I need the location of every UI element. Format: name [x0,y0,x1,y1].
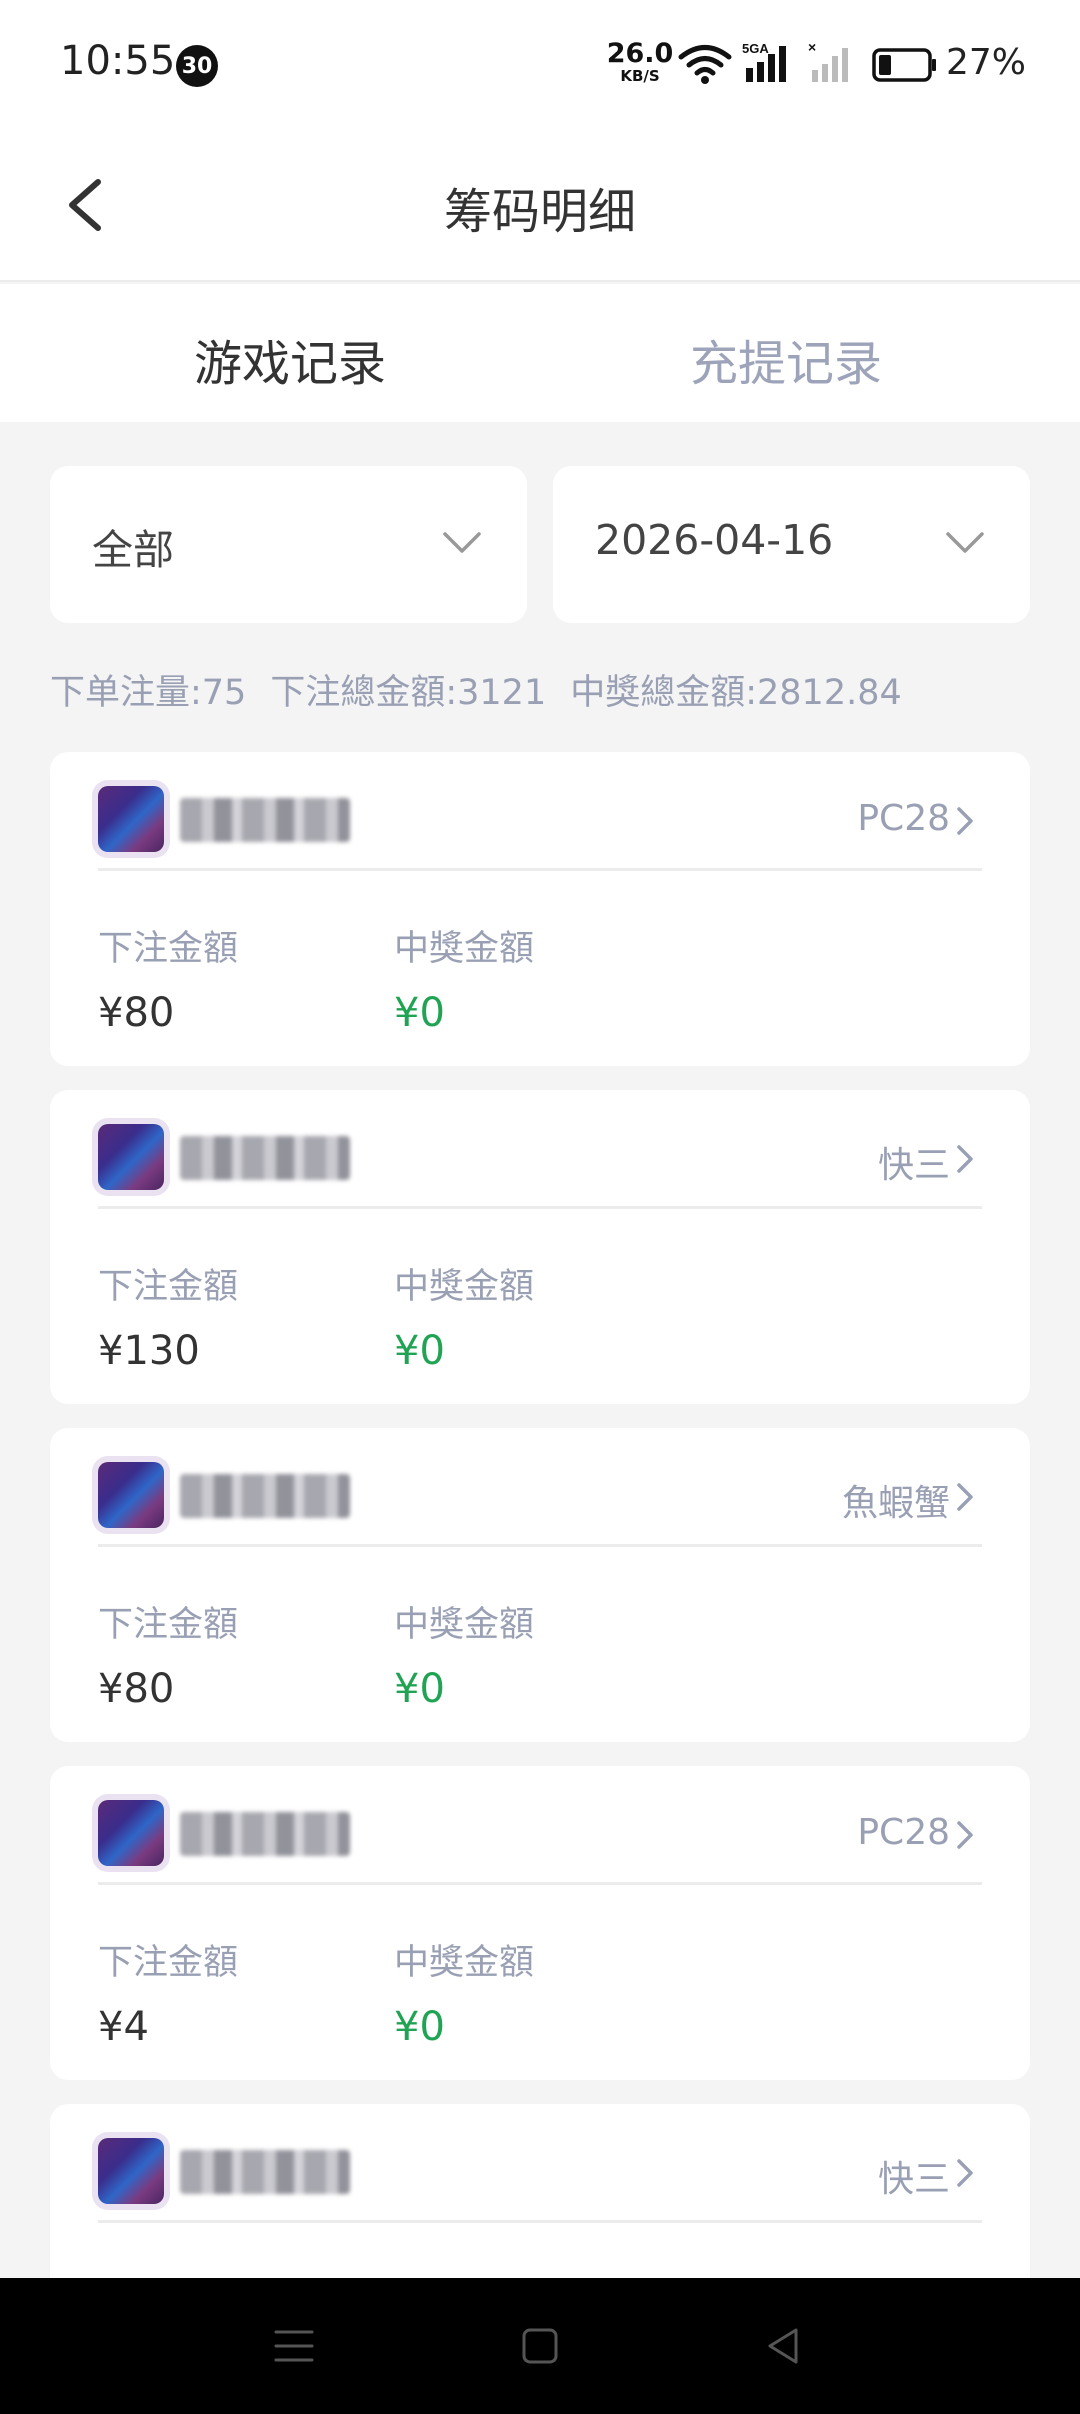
category-filter-value: 全部 [92,526,174,574]
win-amount-value: ¥0 [394,1666,445,1712]
win-amount-label: 中獎金額 [394,929,535,969]
record-card[interactable]: 快三 下注金額 中獎金額 ¥130 ¥0 [50,1090,1030,1404]
tab-recharge-records[interactable]: 充提记录 [516,324,1056,394]
blurred-username [180,1136,350,1180]
network-speed-unit: KB/S [620,67,660,85]
divider [98,1206,982,1209]
game-name: PC28 [857,798,950,839]
win-amount-value: ¥0 [394,1328,445,1374]
network-speed: 26.0 KB/S [604,40,676,84]
home-icon[interactable] [516,2322,564,2370]
battery-icon [872,48,936,82]
bet-amount-label: 下注金額 [98,1267,239,1307]
chevron-right-icon [957,1821,973,1849]
blurred-username [180,2150,350,2194]
divider [98,1544,982,1547]
bet-amount-value: ¥80 [98,990,175,1036]
blurred-username [180,1812,350,1856]
back-icon[interactable] [760,2322,808,2370]
win-amount-value: ¥0 [394,990,445,1036]
summary-bet-count: 下单注量:75 [50,673,247,713]
bet-amount-value: ¥4 [98,2004,149,2050]
date-filter-value: 2026-04-16 [595,516,834,564]
summary-win-total: 中獎總金額:2812.84 [570,673,902,713]
secondary-signal-icon: × [808,40,848,82]
date-filter-dropdown[interactable]: 2026-04-16 [553,466,1030,623]
divider [98,868,982,871]
signal-type-label: 5GA [742,41,769,56]
record-card[interactable]: 魚蝦蟹 下注金額 中獎金額 ¥80 ¥0 [50,1428,1030,1742]
avatar [98,1462,164,1528]
blurred-username [180,1474,350,1518]
game-name: 快三 [877,2159,950,2200]
category-filter-dropdown[interactable]: 全部 [50,466,527,623]
bet-amount-label: 下注金額 [98,929,239,969]
app-header: 筹码明细 [0,130,1080,282]
bet-amount-label: 下注金額 [98,1605,239,1645]
chevron-down-icon [443,532,481,553]
chevron-right-icon [957,2159,973,2187]
summary-stats: 下单注量:75 下注總金額:3121 中獎總金額:2812.84 [50,664,926,715]
game-name: 魚蝦蟹 [841,1483,950,1524]
game-name: 快三 [877,1145,950,1186]
divider [98,1882,982,1885]
blurred-username [180,798,350,842]
avatar [98,786,164,852]
record-card[interactable]: PC28 下注金額 中獎金額 ¥80 ¥0 [50,752,1030,1066]
bet-amount-label: 下注金額 [98,1943,239,1983]
wifi-icon [678,45,732,84]
svg-text:×: × [808,40,816,55]
bet-amount-value: ¥80 [98,1666,175,1712]
divider [98,2220,982,2223]
cellular-signal-icon: 5GA [742,40,798,84]
chevron-right-icon [957,807,973,835]
record-card[interactable]: 快三 [50,2104,1030,2304]
chevron-right-icon [957,1145,973,1173]
chevron-down-icon [946,532,984,553]
record-card[interactable]: PC28 下注金額 中獎金額 ¥4 ¥0 [50,1766,1030,2080]
summary-bet-total: 下注總金額:3121 [270,673,547,713]
win-amount-label: 中獎金額 [394,1943,535,1983]
win-amount-label: 中獎金額 [394,1605,535,1645]
win-amount-value: ¥0 [394,2004,445,2050]
system-navigation-bar [0,2278,1080,2414]
page-title: 筹码明细 [443,184,636,240]
network-speed-value: 26.0 [606,38,674,69]
status-bar: 10:55 30 26.0 KB/S 5GA × 27% [0,0,1080,130]
tab-game-records[interactable]: 游戏记录 [20,324,560,394]
tab-bar: 游戏记录 充提记录 [0,284,1080,422]
bet-amount-value: ¥130 [98,1328,200,1374]
avatar [98,1800,164,1866]
status-time: 10:55 [60,38,176,84]
notification-badge: 30 [176,45,218,87]
game-name: PC28 [857,1812,950,1853]
menu-icon[interactable] [270,2322,318,2370]
avatar [98,1124,164,1190]
win-amount-label: 中獎金額 [394,1267,535,1307]
battery-percentage: 27% [946,42,1027,83]
chevron-right-icon [957,1483,973,1511]
avatar [98,2138,164,2204]
